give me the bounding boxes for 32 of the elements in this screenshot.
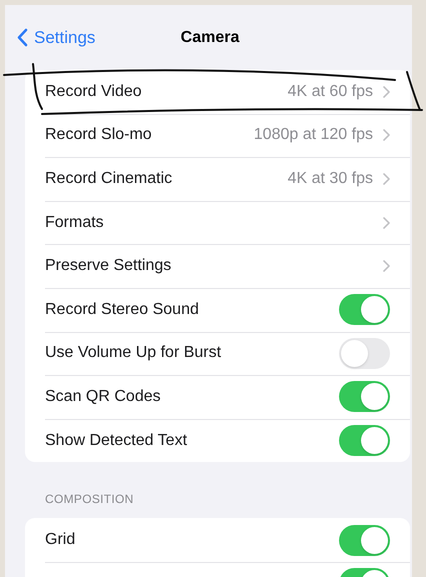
settings-row[interactable]: Preserve Settings [25, 244, 410, 288]
settings-row[interactable]: Record Video 4K at 60 fps [25, 70, 410, 114]
screen-title: Camera [180, 28, 240, 48]
settings-row[interactable]: Record Cinematic 4K at 30 fps [25, 157, 410, 201]
setting-label: Use Volume Up for Burst [45, 343, 222, 364]
section-header: COMPOSITION [45, 491, 135, 508]
setting-label: Show Detected Text [45, 430, 188, 451]
setting-label: Scan QR Codes [45, 386, 161, 407]
setting-value: 4K at 30 fps [288, 168, 373, 189]
chevron-icon[interactable] [383, 216, 390, 229]
setting-value: 4K at 60 fps [288, 82, 373, 102]
toggle-switch[interactable] [339, 381, 390, 412]
back-button[interactable]: Settings [17, 24, 96, 50]
toggle-switch[interactable] [339, 524, 390, 556]
chevron-icon[interactable] [383, 86, 390, 98]
setting-value: 1080p at 120 fps [254, 125, 373, 146]
chevron-icon[interactable] [383, 260, 390, 272]
toggle-switch[interactable] [339, 425, 390, 456]
setting-label: Preserve Settings [45, 256, 172, 276]
setting-label: Record Video [45, 82, 142, 102]
chevron-icon[interactable] [383, 172, 390, 185]
setting-label: Grid [45, 530, 76, 550]
chevron-icon[interactable] [383, 129, 390, 142]
settings-row[interactable]: Record Slo-mo 1080p at 120 fps [25, 114, 410, 158]
toggle-switch[interactable] [339, 338, 390, 369]
setting-label: Record Cinematic [45, 168, 172, 189]
setting-label: Record Slo-mo [45, 125, 152, 146]
setting-label: Record Stereo Sound [45, 300, 199, 320]
back-chevron-icon [17, 28, 28, 47]
toggle-switch[interactable] [339, 294, 390, 326]
setting-label: Formats [45, 212, 104, 233]
settings-row[interactable]: Formats [25, 200, 410, 244]
